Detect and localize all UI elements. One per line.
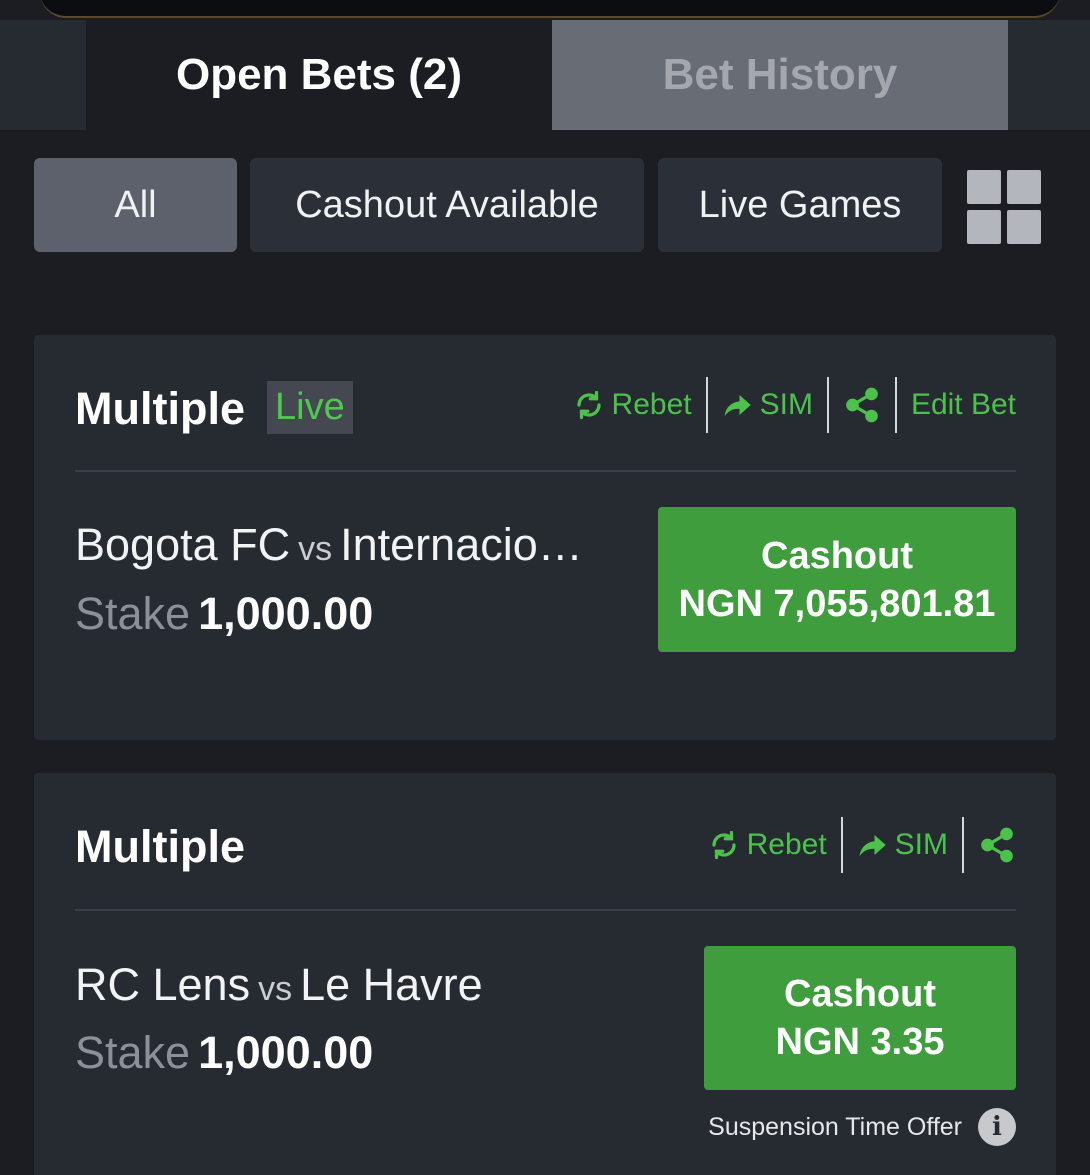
rebet-button[interactable]: Rebet [560,388,706,422]
forward-arrow-icon [859,835,886,857]
share-icon [981,827,1013,863]
match-name: Bogota FC vs Internacio… [75,519,635,571]
sim-label: SIM [894,828,948,861]
suspension-label: Suspension Time Offer [708,1112,962,1141]
tab-bet-history[interactable]: Bet History [552,20,1008,130]
stake-info: Stake 1,000.00 [75,588,373,640]
filter-live-games-button[interactable]: Live Games [658,158,942,252]
cashout-button[interactable]: Cashout NGN 7,055,801.81 [658,507,1016,652]
refresh-icon [576,390,601,420]
vs-label: vs [298,530,333,568]
forward-arrow-icon [724,395,751,417]
stake-info: Stake 1,000.00 [75,1027,373,1079]
sim-label: SIM [759,388,813,421]
bet-actions: Rebet SIM Edit Bet [560,377,1016,433]
filter-cashout-available-button[interactable]: Cashout Available [250,158,644,252]
bet-tabs: Open Bets (2) Bet History [0,20,1090,130]
edit-bet-button[interactable]: Edit Bet [897,388,1016,422]
bet-card: Multiple Live Rebet SIM Edit Bet Bogota … [34,335,1056,740]
open-bets-screen: Open Bets (2) Bet History All Cashout Av… [0,0,1090,1175]
sim-button[interactable]: SIM [843,828,962,862]
share-icon [846,387,878,423]
live-badge: Live [267,381,353,434]
away-team: Le Havre [300,959,483,1010]
top-banner [40,0,1060,18]
home-team: RC Lens [75,959,251,1010]
bet-actions: Rebet SIM [695,817,1016,873]
share-button[interactable] [964,826,1016,864]
cashout-amount: NGN 7,055,801.81 [678,582,996,625]
vs-label: vs [258,970,293,1008]
cashout-label: Cashout [784,973,936,1015]
rebet-button[interactable]: Rebet [695,828,841,862]
tab-open-bets[interactable]: Open Bets (2) [86,20,552,130]
home-team: Bogota FC [75,519,291,570]
stake-label: Stake [75,588,191,639]
grid-icon[interactable] [967,170,1041,244]
suspension-offer: Suspension Time Offer i [708,1108,1016,1146]
card-divider [75,909,1016,911]
stake-label: Stake [75,1027,191,1078]
bet-type-title: Multiple [75,383,245,434]
bet-type-title: Multiple [75,821,245,872]
filter-all-button[interactable]: All [34,158,237,252]
match-name: RC Lens vs Le Havre [75,959,483,1011]
info-icon[interactable]: i [978,1108,1016,1146]
share-button[interactable] [829,386,895,424]
rebet-label: Rebet [746,828,827,861]
rebet-label: Rebet [611,388,692,421]
cashout-amount: NGN 3.35 [775,1021,945,1063]
cashout-button[interactable]: Cashout NGN 3.35 [704,946,1016,1090]
cashout-label: Cashout [761,534,913,577]
stake-amount: 1,000.00 [198,588,374,639]
refresh-icon [711,830,736,860]
bet-card: Multiple Rebet SIM RC Lens vs Le Havre S… [34,773,1056,1175]
stake-amount: 1,000.00 [198,1027,374,1078]
sim-button[interactable]: SIM [708,388,827,422]
away-team: Internacio… [340,519,583,570]
card-divider [75,470,1016,472]
